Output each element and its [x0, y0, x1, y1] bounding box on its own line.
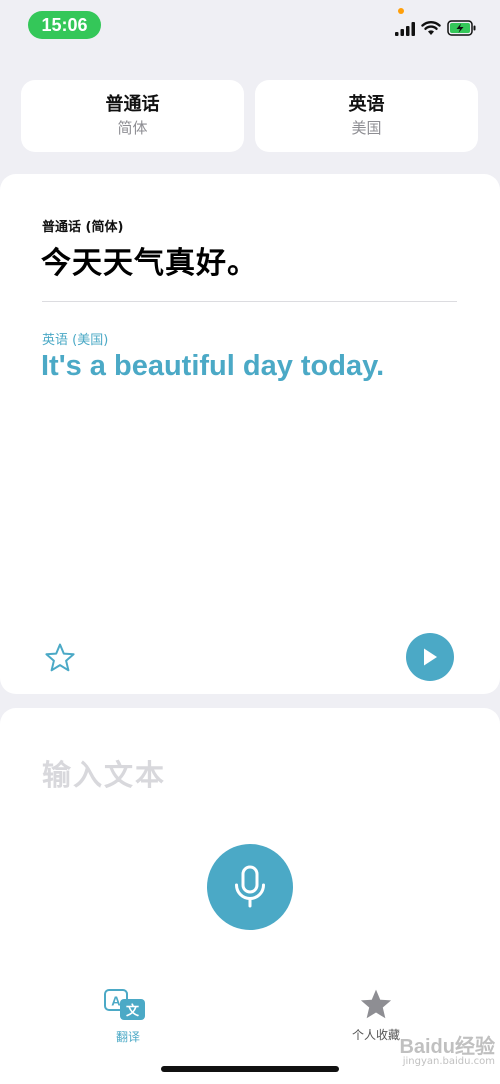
target-language-selector[interactable]: 英语 美国	[255, 80, 478, 152]
tab-translate[interactable]: A 文 翻译	[96, 988, 160, 1045]
target-language-variant: 美国	[351, 119, 382, 137]
status-bar: 15:06	[0, 0, 500, 54]
source-text: 今天天气真好。	[41, 246, 258, 281]
microphone-icon	[235, 865, 265, 908]
play-icon	[424, 648, 437, 666]
tab-translate-label: 翻译	[115, 1030, 140, 1044]
star-icon	[360, 989, 392, 1019]
star-outline-icon[interactable]	[44, 642, 76, 674]
text-input-placeholder[interactable]: 输入文本	[42, 752, 166, 794]
svg-text:A: A	[111, 994, 121, 1009]
watermark-subtext: jingyan.baidu.com	[402, 1056, 495, 1067]
wifi-icon	[421, 21, 441, 35]
watermark: Baidu经验	[399, 1036, 495, 1058]
translate-icon: A 文	[104, 989, 145, 1020]
cellular-signal-icon	[395, 22, 415, 36]
battery-charging-icon	[447, 20, 476, 36]
divider	[42, 301, 457, 302]
input-panel[interactable]: 输入文本	[0, 708, 500, 1084]
source-language-label: 普通话 (简体)	[42, 220, 124, 235]
play-button[interactable]	[406, 633, 454, 681]
privacy-indicator-dot	[398, 8, 404, 14]
translation-result-card: 普通话 (简体) 今天天气真好。 英语 (美国) It's a beautifu…	[0, 174, 500, 694]
microphone-button[interactable]	[207, 844, 293, 930]
source-language-name: 普通话	[105, 94, 160, 115]
translated-text: It's a beautiful day today.	[41, 350, 385, 382]
svg-text:文: 文	[126, 1003, 140, 1019]
status-time: 15:06	[28, 11, 101, 39]
source-language-selector[interactable]: 普通话 简体	[21, 80, 244, 152]
home-indicator[interactable]	[161, 1066, 339, 1072]
target-language-name: 英语	[348, 94, 385, 115]
target-language-label: 英语 (美国)	[42, 333, 109, 348]
source-language-variant: 简体	[117, 119, 148, 137]
